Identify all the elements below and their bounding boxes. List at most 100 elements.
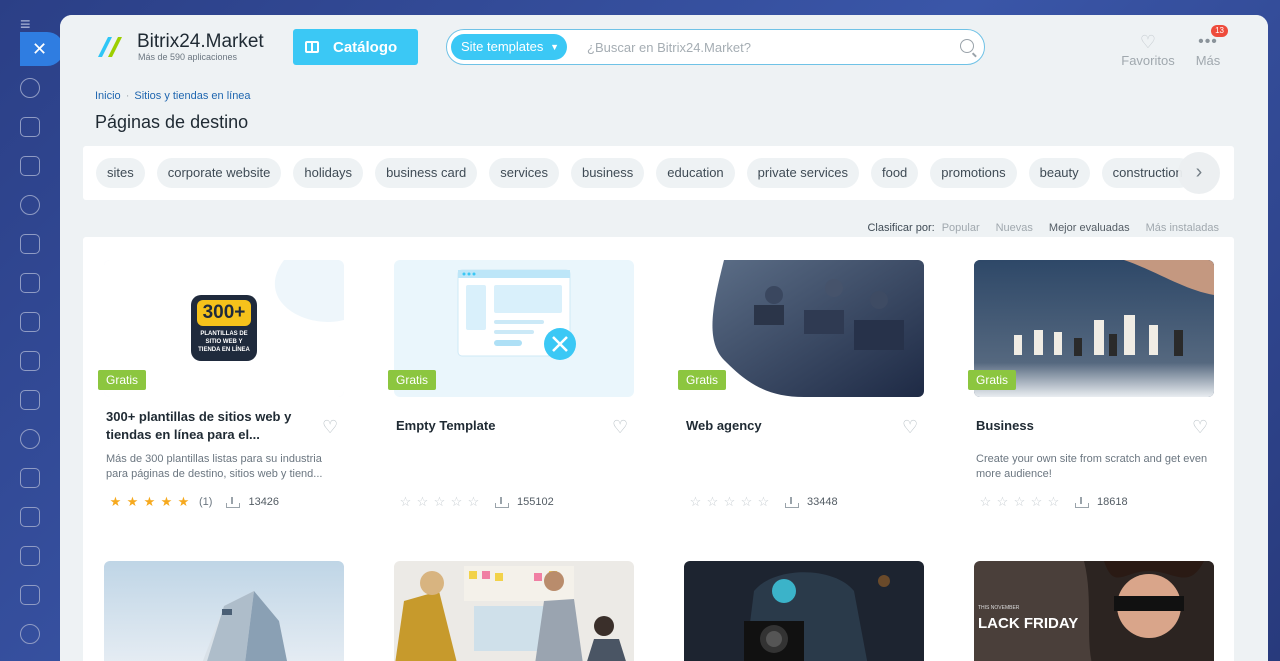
chevron-right-icon: › — [1195, 161, 1203, 183]
favorite-heart-icon[interactable]: ♡ — [1192, 418, 1208, 436]
sort-option-popular[interactable]: Popular — [942, 222, 980, 234]
download-icon — [226, 496, 241, 508]
feed-icon[interactable] — [20, 156, 40, 176]
app-description: Create your own site from scratch and ge… — [976, 453, 1208, 480]
free-badge: Gratis — [968, 370, 1017, 390]
tag-business-card[interactable]: business card — [375, 158, 478, 188]
star-icon: ☆ — [433, 494, 446, 509]
logo-title[interactable]: Bitrix24.Market — [137, 31, 264, 53]
favorite-heart-icon[interactable]: ♡ — [902, 418, 918, 436]
sort-label: Clasificar por: — [867, 222, 935, 234]
checklist-icon[interactable] — [20, 468, 40, 488]
install-count: 155102 — [517, 496, 554, 508]
sort-option-most-installed[interactable]: Más instaladas — [1146, 222, 1219, 234]
more-badge: 13 — [1211, 25, 1228, 37]
mail-icon[interactable] — [20, 390, 40, 410]
sort-bar: Clasificar por: Popular Nuevas Mejor eva… — [867, 222, 1219, 234]
chat-icon[interactable] — [20, 117, 40, 137]
board-icon[interactable] — [20, 312, 40, 332]
heart-icon: ♡ — [1139, 32, 1157, 52]
tag-corporate-website[interactable]: corporate website — [156, 158, 282, 188]
tag-services[interactable]: services — [489, 158, 559, 188]
breadcrumb-home[interactable]: Inicio — [95, 90, 121, 102]
tags-next-button[interactable]: › — [1178, 152, 1220, 194]
architecture-thumbnail-art — [104, 561, 344, 661]
star-icon: ☆ — [1047, 494, 1060, 509]
more-label: Más — [1195, 53, 1221, 68]
market-header: Bitrix24.Market Más de 590 aplicaciones … — [60, 15, 1268, 79]
favorite-heart-icon[interactable]: ♡ — [612, 418, 628, 436]
app-thumbnail-black-friday[interactable]: LACK FRIDAY THIS NOVEMBER — [974, 561, 1214, 661]
app-title[interactable]: 300+ plantillas de sitios web y tiendas … — [106, 408, 311, 444]
app-title[interactable]: Business — [976, 417, 1181, 435]
automation-icon[interactable] — [20, 507, 40, 527]
star-icon: ☆ — [467, 494, 480, 509]
tag-beauty[interactable]: beauty — [1028, 158, 1090, 188]
pulse-icon[interactable] — [20, 78, 40, 98]
crm-icon[interactable] — [20, 351, 40, 371]
breadcrumb-separator: · — [125, 90, 130, 102]
calendar-icon[interactable] — [20, 234, 40, 254]
star-icon: ★ — [109, 494, 122, 509]
breadcrumb-sites[interactable]: Sitios y tiendas en línea — [134, 90, 250, 102]
star-icon: ☆ — [757, 494, 770, 509]
tag-private-services[interactable]: private services — [746, 158, 859, 188]
more-button[interactable]: ••• 13 Más — [1188, 25, 1228, 68]
settings-icon[interactable] — [20, 624, 40, 644]
page-title: Páginas de destino — [95, 112, 249, 132]
download-icon — [495, 496, 509, 508]
search-icon[interactable] — [960, 39, 974, 53]
catalog-button-label: Catálogo — [333, 38, 398, 56]
sort-option-new[interactable]: Nuevas — [996, 222, 1033, 234]
tasks-icon[interactable] — [20, 195, 40, 215]
search-input[interactable] — [587, 37, 947, 57]
star-icon: ☆ — [416, 494, 429, 509]
download-icon — [785, 496, 799, 508]
tag-education[interactable]: education — [656, 158, 735, 188]
sort-option-top-rated[interactable]: Mejor evaluadas — [1049, 222, 1130, 234]
free-badge: Gratis — [678, 370, 727, 390]
tag-sites[interactable]: sites — [96, 158, 145, 188]
schedule-icon[interactable] — [20, 585, 40, 605]
tag-food[interactable]: food — [870, 158, 919, 188]
install-count: 33448 — [807, 496, 838, 508]
search-filter-label: Site templates — [461, 39, 544, 54]
app-thumbnail-photographer[interactable] — [684, 561, 924, 661]
app-thumbnail-meeting[interactable] — [394, 561, 634, 661]
star-icon: ☆ — [1013, 494, 1026, 509]
download-icon — [1075, 496, 1089, 508]
tag-holidays[interactable]: holidays — [293, 158, 364, 188]
free-badge: Gratis — [98, 370, 147, 390]
close-icon: ✕ — [32, 39, 48, 59]
star-icon: ★ — [160, 494, 173, 509]
app-title[interactable]: Web agency — [686, 417, 891, 435]
menu-icon[interactable]: ≡ — [20, 15, 40, 33]
photographer-thumbnail-art — [684, 561, 924, 661]
breadcrumb: Inicio · Sitios y tiendas en línea — [95, 90, 251, 102]
shop-icon[interactable] — [20, 546, 40, 566]
bitrix-market-logo-icon — [98, 37, 122, 57]
install-count: 13426 — [248, 496, 280, 508]
search-bar: Site templates ▼ — [446, 29, 985, 65]
tag-promotions[interactable]: promotions — [930, 158, 1017, 188]
promo-headline: LACK FRIDAY — [978, 615, 1079, 632]
documents-icon[interactable] — [20, 273, 40, 293]
review-count: (1) — [199, 496, 213, 508]
app-thumbnail-architecture[interactable] — [104, 561, 344, 661]
close-slider-button[interactable]: ✕ — [20, 32, 64, 66]
star-icon: ☆ — [1030, 494, 1043, 509]
search-filter-chip[interactable]: Site templates ▼ — [451, 34, 567, 60]
favorite-heart-icon[interactable]: ♡ — [322, 418, 338, 436]
black-friday-thumbnail-art — [974, 561, 1214, 661]
tag-business[interactable]: business — [570, 158, 645, 188]
app-description: Más de 300 plantillas listas para su ind… — [106, 453, 323, 480]
app-title[interactable]: Empty Template — [396, 417, 601, 435]
contacts-icon[interactable] — [20, 429, 40, 449]
tag-filter-bar: sites corporate website holidays busines… — [83, 146, 1234, 200]
star-icon: ☆ — [740, 494, 753, 509]
app-rating: ★ ★ ★ ★ ★ (1) 13426 — [108, 494, 279, 510]
app-rating: ☆ ☆ ☆ ☆ ☆ 33448 — [688, 494, 838, 510]
catalog-button[interactable]: Catálogo — [293, 29, 418, 65]
thumb-big-text: 300+ — [202, 302, 246, 323]
favorites-button[interactable]: ♡ Favoritos — [1118, 31, 1178, 68]
